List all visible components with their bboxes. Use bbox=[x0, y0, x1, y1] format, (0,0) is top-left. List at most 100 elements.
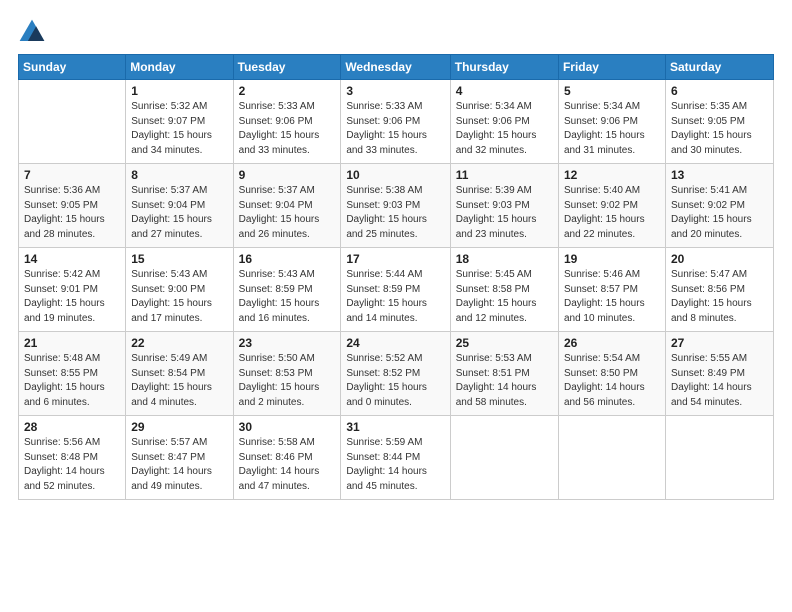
calendar-cell: 23 Sunrise: 5:50 AMSunset: 8:53 PMDayligh… bbox=[233, 332, 341, 416]
calendar-cell: 1 Sunrise: 5:32 AMSunset: 9:07 PMDaylight… bbox=[126, 80, 233, 164]
day-number: 22 bbox=[131, 336, 227, 350]
day-info: Sunrise: 5:53 AMSunset: 8:51 PMDaylight:… bbox=[456, 352, 553, 410]
calendar-cell: 15Sunrise: 5:43 AMSunset: 9:00 PMDayligh… bbox=[126, 248, 233, 332]
day-number: 5 bbox=[564, 84, 660, 98]
day-number: 25 bbox=[456, 336, 553, 350]
calendar-cell: 8 Sunrise: 5:37 AMSunset: 9:04 PMDaylight… bbox=[126, 164, 233, 248]
day-info: Sunrise: 5:41 AMSunset: 9:02 PMDaylight:… bbox=[671, 184, 768, 242]
calendar-cell: 4Sunrise: 5:34 AMSunset: 9:06 PMDaylight… bbox=[450, 80, 558, 164]
day-info: Sunrise: 5:58 AMSunset: 8:46 PMDaylight:… bbox=[239, 436, 336, 494]
calendar-cell: 10 Sunrise: 5:38 AMSunset: 9:03 PMDayligh… bbox=[341, 164, 450, 248]
logo bbox=[18, 18, 50, 46]
calendar-cell bbox=[665, 416, 773, 500]
calendar-cell: 5 Sunrise: 5:34 AMSunset: 9:06 PMDaylight… bbox=[558, 80, 665, 164]
day-number: 3 bbox=[346, 84, 444, 98]
calendar-cell: 9 Sunrise: 5:37 AMSunset: 9:04 PMDaylight… bbox=[233, 164, 341, 248]
day-number: 27 bbox=[671, 336, 768, 350]
day-info: Sunrise: 5:37 AMSunset: 9:04 PMDaylight:… bbox=[239, 184, 336, 242]
day-number: 18 bbox=[456, 252, 553, 266]
calendar-cell: 17 Sunrise: 5:44 AMSunset: 8:59 PMDayligh… bbox=[341, 248, 450, 332]
calendar-cell: 16Sunrise: 5:43 AMSunset: 8:59 PMDayligh… bbox=[233, 248, 341, 332]
calendar-cell: 28Sunrise: 5:56 AMSunset: 8:48 PMDayligh… bbox=[19, 416, 126, 500]
day-info: Sunrise: 5:44 AMSunset: 8:59 PMDaylight:… bbox=[346, 268, 444, 326]
day-info: Sunrise: 5:32 AMSunset: 9:07 PMDaylight:… bbox=[131, 100, 227, 158]
day-of-week-wednesday: Wednesday bbox=[341, 55, 450, 80]
day-number: 10 bbox=[346, 168, 444, 182]
day-info: Sunrise: 5:46 AMSunset: 8:57 PMDaylight:… bbox=[564, 268, 660, 326]
day-info: Sunrise: 5:49 AMSunset: 8:54 PMDaylight:… bbox=[131, 352, 227, 410]
calendar-cell: 25 Sunrise: 5:53 AMSunset: 8:51 PMDayligh… bbox=[450, 332, 558, 416]
calendar-table: SundayMondayTuesdayWednesdayThursdayFrid… bbox=[18, 54, 774, 500]
calendar-cell: 11Sunrise: 5:39 AMSunset: 9:03 PMDayligh… bbox=[450, 164, 558, 248]
day-info: Sunrise: 5:33 AMSunset: 9:06 PMDaylight:… bbox=[239, 100, 336, 158]
calendar-cell: 6 Sunrise: 5:35 AMSunset: 9:05 PMDaylight… bbox=[665, 80, 773, 164]
day-number: 31 bbox=[346, 420, 444, 434]
days-header-row: SundayMondayTuesdayWednesdayThursdayFrid… bbox=[19, 55, 774, 80]
day-info: Sunrise: 5:54 AMSunset: 8:50 PMDaylight:… bbox=[564, 352, 660, 410]
day-number: 29 bbox=[131, 420, 227, 434]
calendar-cell: 31Sunrise: 5:59 AMSunset: 8:44 PMDayligh… bbox=[341, 416, 450, 500]
day-info: Sunrise: 5:33 AMSunset: 9:06 PMDaylight:… bbox=[346, 100, 444, 158]
day-info: Sunrise: 5:48 AMSunset: 8:55 PMDaylight:… bbox=[24, 352, 120, 410]
day-number: 20 bbox=[671, 252, 768, 266]
day-info: Sunrise: 5:35 AMSunset: 9:05 PMDaylight:… bbox=[671, 100, 768, 158]
week-row-1: 1 Sunrise: 5:32 AMSunset: 9:07 PMDaylight… bbox=[19, 80, 774, 164]
day-info: Sunrise: 5:57 AMSunset: 8:47 PMDaylight:… bbox=[131, 436, 227, 494]
calendar-cell: 29 Sunrise: 5:57 AMSunset: 8:47 PMDayligh… bbox=[126, 416, 233, 500]
week-row-3: 14Sunrise: 5:42 AMSunset: 9:01 PMDayligh… bbox=[19, 248, 774, 332]
calendar-cell: 21 Sunrise: 5:48 AMSunset: 8:55 PMDayligh… bbox=[19, 332, 126, 416]
day-number: 12 bbox=[564, 168, 660, 182]
day-number: 11 bbox=[456, 168, 553, 182]
day-number: 23 bbox=[239, 336, 336, 350]
day-number: 1 bbox=[131, 84, 227, 98]
calendar-cell: 18Sunrise: 5:45 AMSunset: 8:58 PMDayligh… bbox=[450, 248, 558, 332]
day-info: Sunrise: 5:50 AMSunset: 8:53 PMDaylight:… bbox=[239, 352, 336, 410]
day-info: Sunrise: 5:34 AMSunset: 9:06 PMDaylight:… bbox=[564, 100, 660, 158]
day-of-week-thursday: Thursday bbox=[450, 55, 558, 80]
calendar-cell: 26 Sunrise: 5:54 AMSunset: 8:50 PMDayligh… bbox=[558, 332, 665, 416]
day-number: 8 bbox=[131, 168, 227, 182]
day-info: Sunrise: 5:43 AMSunset: 9:00 PMDaylight:… bbox=[131, 268, 227, 326]
calendar-cell bbox=[19, 80, 126, 164]
day-info: Sunrise: 5:55 AMSunset: 8:49 PMDaylight:… bbox=[671, 352, 768, 410]
day-number: 6 bbox=[671, 84, 768, 98]
calendar-cell: 3 Sunrise: 5:33 AMSunset: 9:06 PMDaylight… bbox=[341, 80, 450, 164]
day-info: Sunrise: 5:37 AMSunset: 9:04 PMDaylight:… bbox=[131, 184, 227, 242]
calendar-cell: 2 Sunrise: 5:33 AMSunset: 9:06 PMDaylight… bbox=[233, 80, 341, 164]
calendar-cell: 13 Sunrise: 5:41 AMSunset: 9:02 PMDayligh… bbox=[665, 164, 773, 248]
week-row-5: 28Sunrise: 5:56 AMSunset: 8:48 PMDayligh… bbox=[19, 416, 774, 500]
calendar-cell bbox=[558, 416, 665, 500]
day-number: 7 bbox=[24, 168, 120, 182]
day-number: 19 bbox=[564, 252, 660, 266]
day-number: 4 bbox=[456, 84, 553, 98]
day-number: 2 bbox=[239, 84, 336, 98]
day-number: 26 bbox=[564, 336, 660, 350]
day-info: Sunrise: 5:36 AMSunset: 9:05 PMDaylight:… bbox=[24, 184, 120, 242]
day-of-week-friday: Friday bbox=[558, 55, 665, 80]
day-number: 24 bbox=[346, 336, 444, 350]
day-of-week-sunday: Sunday bbox=[19, 55, 126, 80]
day-number: 9 bbox=[239, 168, 336, 182]
day-info: Sunrise: 5:38 AMSunset: 9:03 PMDaylight:… bbox=[346, 184, 444, 242]
day-number: 21 bbox=[24, 336, 120, 350]
calendar-cell bbox=[450, 416, 558, 500]
week-row-4: 21 Sunrise: 5:48 AMSunset: 8:55 PMDayligh… bbox=[19, 332, 774, 416]
day-number: 30 bbox=[239, 420, 336, 434]
calendar-cell: 7 Sunrise: 5:36 AMSunset: 9:05 PMDaylight… bbox=[19, 164, 126, 248]
calendar-header: SundayMondayTuesdayWednesdayThursdayFrid… bbox=[19, 55, 774, 80]
header bbox=[18, 18, 774, 46]
calendar-cell: 24Sunrise: 5:52 AMSunset: 8:52 PMDayligh… bbox=[341, 332, 450, 416]
day-number: 14 bbox=[24, 252, 120, 266]
week-row-2: 7 Sunrise: 5:36 AMSunset: 9:05 PMDaylight… bbox=[19, 164, 774, 248]
day-info: Sunrise: 5:47 AMSunset: 8:56 PMDaylight:… bbox=[671, 268, 768, 326]
calendar-cell: 19 Sunrise: 5:46 AMSunset: 8:57 PMDayligh… bbox=[558, 248, 665, 332]
page: SundayMondayTuesdayWednesdayThursdayFrid… bbox=[0, 0, 792, 612]
day-number: 13 bbox=[671, 168, 768, 182]
calendar-cell: 12Sunrise: 5:40 AMSunset: 9:02 PMDayligh… bbox=[558, 164, 665, 248]
calendar-body: 1 Sunrise: 5:32 AMSunset: 9:07 PMDaylight… bbox=[19, 80, 774, 500]
day-of-week-saturday: Saturday bbox=[665, 55, 773, 80]
calendar-cell: 20 Sunrise: 5:47 AMSunset: 8:56 PMDayligh… bbox=[665, 248, 773, 332]
day-number: 17 bbox=[346, 252, 444, 266]
day-number: 28 bbox=[24, 420, 120, 434]
day-of-week-tuesday: Tuesday bbox=[233, 55, 341, 80]
